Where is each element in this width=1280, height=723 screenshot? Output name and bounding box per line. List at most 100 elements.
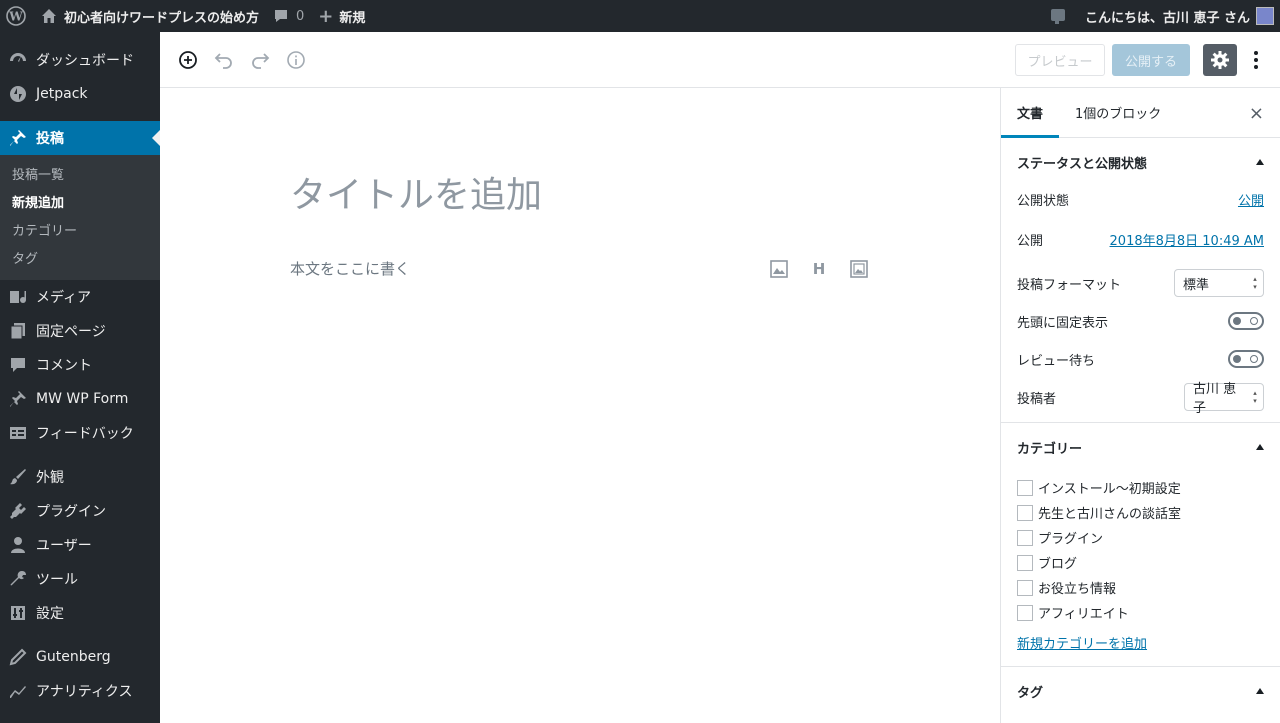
image-block-icon[interactable] bbox=[769, 259, 789, 279]
categories-section-title: カテゴリー bbox=[1017, 441, 1083, 457]
page-icon bbox=[8, 321, 28, 341]
category-checkbox[interactable] bbox=[1017, 479, 1033, 496]
tab-block[interactable]: 1個のブロック bbox=[1059, 88, 1177, 138]
tags-section-toggle[interactable]: タグ bbox=[1001, 667, 1280, 715]
sticky-row: 先頭に固定表示 bbox=[1001, 302, 1280, 340]
category-checkbox[interactable] bbox=[1017, 529, 1033, 546]
visibility-label: 公開状態 bbox=[1017, 193, 1070, 209]
settings-icon bbox=[8, 603, 28, 623]
dashboard-icon bbox=[8, 50, 28, 70]
sidebar-item-plugins[interactable]: プラグイン bbox=[0, 494, 160, 528]
post-format-select[interactable]: 標準 bbox=[1174, 269, 1264, 297]
submenu-add-new[interactable]: 新規追加 bbox=[0, 190, 160, 218]
site-name-link[interactable]: 初心者向けワードプレスの始め方 bbox=[34, 0, 266, 32]
sidebar-item-comments[interactable]: コメント bbox=[0, 348, 160, 382]
post-body-input[interactable]: 本文をここに書く bbox=[290, 258, 410, 279]
category-checkbox[interactable] bbox=[1017, 504, 1033, 521]
sidebar-item-label: メディア bbox=[36, 290, 92, 306]
avatar[interactable] bbox=[1256, 7, 1274, 25]
caret-up-icon bbox=[1256, 688, 1264, 694]
panel-tabs: 文書 1個のブロック × bbox=[1001, 88, 1280, 138]
info-icon[interactable] bbox=[286, 50, 306, 70]
post-format-label: 投稿フォーマット bbox=[1017, 277, 1122, 293]
more-options-button[interactable] bbox=[1246, 48, 1266, 72]
sidebar-item-mw-wp-form[interactable]: MW WP Form bbox=[0, 382, 160, 416]
category-list: インストール〜初期設定 先生と古川さんの談話室 プラグイン ブログ お役立ち情報… bbox=[1001, 471, 1280, 625]
sidebar-item-label: Jetpack bbox=[36, 86, 88, 102]
brush-icon bbox=[8, 467, 28, 487]
caret-up-icon bbox=[1256, 159, 1264, 165]
gallery-block-icon[interactable] bbox=[849, 259, 869, 279]
visibility-row: 公開状態 公開 bbox=[1001, 180, 1280, 218]
post-format-row: 投稿フォーマット 標準 bbox=[1001, 264, 1280, 302]
settings-button[interactable] bbox=[1203, 44, 1237, 76]
close-icon[interactable]: × bbox=[1249, 103, 1264, 124]
sidebar-item-feedback[interactable]: フィードバック bbox=[0, 416, 160, 450]
gear-icon bbox=[1210, 50, 1230, 70]
author-select[interactable]: 古川 恵子 bbox=[1184, 382, 1264, 416]
sticky-toggle[interactable] bbox=[1228, 312, 1264, 330]
sidebar-item-users[interactable]: ユーザー bbox=[0, 528, 160, 562]
comments-link[interactable]: 0 bbox=[266, 0, 311, 32]
pending-review-toggle[interactable] bbox=[1228, 350, 1264, 368]
categories-section-toggle[interactable]: カテゴリー bbox=[1001, 423, 1280, 471]
category-item[interactable]: プラグイン bbox=[1017, 525, 1264, 550]
tab-document[interactable]: 文書 bbox=[1001, 88, 1060, 138]
preview-button[interactable]: プレビュー bbox=[1015, 44, 1105, 76]
category-item[interactable]: アフィリエイト bbox=[1017, 600, 1264, 625]
sidebar-item-label: 設定 bbox=[36, 606, 64, 622]
visibility-link[interactable]: 公開 bbox=[1238, 190, 1264, 209]
category-label: インストール〜初期設定 bbox=[1038, 482, 1181, 497]
category-item[interactable]: インストール〜初期設定 bbox=[1017, 475, 1264, 500]
add-category-link[interactable]: 新規カテゴリーを追加 bbox=[1017, 637, 1147, 652]
sidebar-item-appearance[interactable]: 外観 bbox=[0, 460, 160, 494]
more-dot bbox=[1254, 65, 1258, 69]
home-icon bbox=[41, 8, 57, 24]
editor-toolbar: プレビュー 公開する bbox=[160, 32, 1280, 88]
sidebar-item-label: アナリティクス bbox=[36, 684, 133, 700]
new-label: 新規 bbox=[339, 10, 366, 26]
comments-count: 0 bbox=[296, 8, 305, 24]
sidebar-item-gutenberg[interactable]: Gutenberg bbox=[0, 640, 160, 674]
sidebar-item-label: ユーザー bbox=[36, 538, 92, 554]
notification-icon[interactable] bbox=[1049, 7, 1067, 25]
submenu-all-posts[interactable]: 投稿一覧 bbox=[0, 162, 160, 190]
category-checkbox[interactable] bbox=[1017, 554, 1033, 571]
redo-icon[interactable] bbox=[250, 50, 270, 70]
sidebar-item-tools[interactable]: ツール bbox=[0, 562, 160, 596]
sidebar-item-settings[interactable]: 設定 bbox=[0, 596, 160, 630]
publish-button[interactable]: 公開する bbox=[1112, 44, 1190, 76]
sidebar-item-label: MW WP Form bbox=[36, 391, 129, 407]
publish-date-link[interactable]: 2018年8月8日 10:49 AM bbox=[1110, 230, 1264, 249]
sidebar-item-pages[interactable]: 固定ページ bbox=[0, 314, 160, 348]
posts-submenu: 投稿一覧 新規追加 カテゴリー タグ bbox=[0, 155, 160, 280]
sidebar-item-dashboard[interactable]: ダッシュボード bbox=[0, 43, 160, 77]
tags-section: タグ bbox=[1001, 667, 1280, 715]
submenu-categories[interactable]: カテゴリー bbox=[0, 218, 160, 246]
category-checkbox[interactable] bbox=[1017, 579, 1033, 596]
category-item[interactable]: お役立ち情報 bbox=[1017, 575, 1264, 600]
add-block-icon[interactable] bbox=[178, 50, 198, 70]
sidebar-item-posts[interactable]: 投稿 bbox=[0, 121, 160, 155]
undo-icon[interactable] bbox=[214, 50, 234, 70]
media-icon bbox=[8, 287, 28, 307]
sidebar-item-jetpack[interactable]: Jetpack bbox=[0, 77, 160, 111]
category-item[interactable]: 先生と古川さんの談話室 bbox=[1017, 500, 1264, 525]
category-checkbox[interactable] bbox=[1017, 604, 1033, 621]
user-icon bbox=[8, 535, 28, 555]
status-section: ステータスと公開状態 公開状態 公開 公開 2018年8月8日 10:49 AM… bbox=[1001, 138, 1280, 423]
status-section-toggle[interactable]: ステータスと公開状態 bbox=[1001, 138, 1280, 186]
new-content-link[interactable]: + 新規 bbox=[311, 0, 372, 32]
sticky-label: 先頭に固定表示 bbox=[1017, 315, 1109, 331]
submenu-tags[interactable]: タグ bbox=[0, 246, 160, 274]
author-row: 投稿者 古川 恵子 bbox=[1001, 378, 1280, 416]
greeting[interactable]: こんにちは、古川 恵子 さん bbox=[1085, 7, 1250, 26]
sidebar-item-analytics[interactable]: アナリティクス bbox=[0, 674, 160, 708]
category-item[interactable]: ブログ bbox=[1017, 550, 1264, 575]
sidebar-item-label: ツール bbox=[36, 572, 78, 588]
plugin-icon bbox=[8, 501, 28, 521]
post-title-input[interactable]: タイトルを追加 bbox=[290, 166, 542, 218]
heading-block-icon[interactable]: H bbox=[809, 259, 829, 279]
wordpress-logo-icon[interactable]: W bbox=[0, 0, 34, 32]
sidebar-item-media[interactable]: メディア bbox=[0, 280, 160, 314]
